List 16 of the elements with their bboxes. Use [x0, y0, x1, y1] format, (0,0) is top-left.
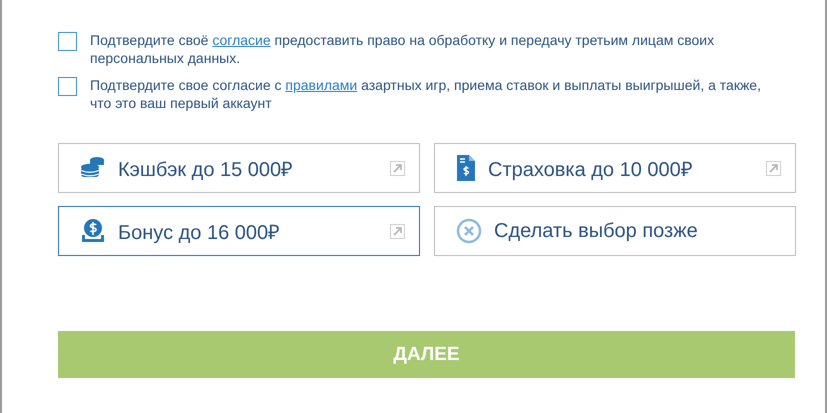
external-link-icon[interactable]	[390, 224, 405, 238]
document-dollar-icon	[456, 155, 476, 181]
consent-text: Подтвердите своё согласие предоставить право на обработку и передачу третьим лицам своих персональных данных.	[90, 31, 716, 67]
checkbox[interactable]	[58, 77, 77, 96]
external-link-icon[interactable]	[390, 160, 405, 176]
coin-tray-icon	[80, 218, 106, 244]
bonus-option-card[interactable]: Сделать выбор позже	[434, 206, 796, 256]
checkbox[interactable]	[58, 32, 77, 51]
bonus-option-card[interactable]: Страховка до 10 000₽	[434, 143, 796, 193]
bonus-option-card[interactable]: Кэшбэк до 15 000₽	[58, 143, 420, 193]
close-circle-icon	[456, 218, 482, 244]
consent-text: Подтвердите свое согласие с правилами азартных игр, приема ставок и выплаты выигрышей, а также, что это ваш первый аккаунт	[90, 76, 762, 112]
bonus-option-card[interactable]: Бонус до 16 000₽	[58, 206, 420, 256]
consent-link[interactable]: согласие	[212, 32, 271, 48]
consent-link[interactable]: правилами	[285, 77, 358, 93]
external-link-icon[interactable]	[766, 160, 781, 176]
